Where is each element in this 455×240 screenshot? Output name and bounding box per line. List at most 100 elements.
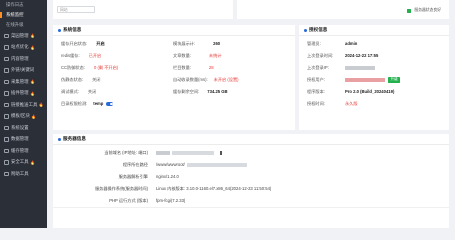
info-row: 目录权限检测: temp <box>61 98 114 110</box>
hot-icon: 🔥 <box>30 44 36 50</box>
server-status: 服务器状态良好 <box>407 8 441 13</box>
sidebar-item-garden[interactable]: 菜园管理 🔥 <box>0 30 47 42</box>
sidebar-item-plugins[interactable]: 插件管理 🔥 <box>0 88 47 100</box>
auth-row: 授权时间: 永久版 <box>307 98 358 110</box>
sidebar-item-data[interactable]: 数据管理 <box>0 134 47 146</box>
upgrade-button[interactable]: 升级 <box>388 76 401 83</box>
sidebar-item-template[interactable]: 模板/区块 🔥 <box>0 111 47 123</box>
sidebar-item-tools[interactable]: 附助工具 <box>0 168 47 180</box>
server-row: 程序所在路径 /www/wwwroot/ <box>53 159 455 171</box>
server-label: 服务器操作系统(服务器时间) <box>94 185 148 191</box>
sidebar-item-label: 站点优化 <box>11 44 29 50</box>
info-row: 缓存剩余空间: 734.25 GB <box>173 86 228 98</box>
info-value: 28 <box>208 65 214 71</box>
info-label: 伪静态状态: <box>61 76 84 82</box>
sidebar-item-links[interactable]: 外链/关键词 <box>0 65 47 77</box>
auth-value: 永久版 <box>345 100 358 106</box>
status-text: 服务器状态良好 <box>414 8 441 12</box>
sidebar-item-label: 模板/区块 <box>11 113 30 119</box>
masked-path <box>186 162 247 167</box>
sidebar-item-label: 在线升级 <box>6 22 24 27</box>
info-value: 未统计 <box>208 52 222 58</box>
sidebar-item-label: 采集管理 <box>11 78 29 84</box>
sidebar-item-content[interactable]: 内容管理 <box>0 53 47 65</box>
card-title: 服务器信息 <box>53 134 449 145</box>
auth-label: 上次登录时间: <box>307 52 334 58</box>
info-label: 缓存剩余空间: <box>173 88 200 94</box>
info-value: 关闭 <box>87 88 97 94</box>
server-value: /www/wwwroot/ <box>156 162 247 167</box>
sidebar-item-label: 数据管理 <box>11 136 29 142</box>
info-value: 开启 <box>96 40 105 46</box>
auth-value: admin <box>345 41 358 47</box>
hot-icon: 🔥 <box>30 79 36 85</box>
auth-label: 程序版本: <box>307 88 325 94</box>
info-label: CC防御状态: <box>61 64 85 70</box>
info-value: 0 (剩 不开启) <box>93 64 119 70</box>
info-row: 自动收录数量(ms): 未开启 (设置) <box>173 74 239 86</box>
auth-label: 授权时间: <box>307 100 325 106</box>
top-search-card: 网站 <box>53 0 233 19</box>
data-icon <box>4 137 9 142</box>
auth-info-card: 授权信息 管理员: admin 上次登录时间: 2024-12-22 17:55 上… <box>299 25 449 130</box>
sidebar-item-online-upgrade[interactable]: 在线升级 <box>0 20 47 30</box>
sidebar-item-site-optimize[interactable]: 站点优化 🔥 <box>0 42 47 54</box>
info-label: 自动收录数量(ms): <box>173 76 208 82</box>
sidebar-item-system-monitor[interactable]: 系统监控 <box>0 10 47 20</box>
search-input[interactable]: 网站 <box>57 6 95 13</box>
info-label: 模块展示计: <box>173 40 196 46</box>
tools-icon <box>4 171 9 176</box>
sidebar-item-label: 安全工具 <box>11 159 29 165</box>
title-dot-icon <box>304 28 307 32</box>
masked-domain <box>172 150 214 155</box>
permission-toggle[interactable] <box>106 101 114 106</box>
server-row: 服务器操作系统(服务器时间) Linux 内核版本: 3.10.0-1160.e… <box>53 183 455 195</box>
system-info-card: 系统信息 缓存开启状态: 开启 模块展示计: 260 redis缓存: 已开启 文章数… <box>53 25 295 130</box>
masked-domain <box>156 150 170 155</box>
hot-icon: 🔥 <box>31 113 37 119</box>
info-row: 伪静态状态: 关闭 <box>61 74 101 86</box>
auth-row: 授权用户: 升级 <box>307 74 401 86</box>
server-row: 当前域名 (IP地址: 端口) <box>53 147 455 159</box>
shield-icon <box>4 160 9 165</box>
auth-row: 管理员: admin <box>307 38 357 50</box>
auth-info-title: 授权信息 <box>309 27 328 32</box>
server-label: 服务器解析引擎 <box>118 173 148 179</box>
server-value: nginx/1.24.0 <box>156 174 179 180</box>
auth-label: 管理员: <box>307 40 321 46</box>
sidebar-item-label: 系统监控 <box>6 12 24 17</box>
info-label: redis缓存: <box>61 52 80 58</box>
divider <box>53 207 449 208</box>
info-value: 未开启 (设置) <box>213 76 239 82</box>
sidebar-item-security[interactable]: 安全工具 🔥 <box>0 157 47 169</box>
sidebar-item-label: 菜园管理 <box>11 32 29 38</box>
info-row: 调试模式: 关闭 <box>61 86 96 98</box>
hot-icon: 🔥 <box>30 90 36 96</box>
server-info-card: 服务器信息 当前域名 (IP地址: 端口) 程序所在路径 /www/wwwroo… <box>53 134 449 228</box>
link-icon <box>4 68 9 73</box>
server-value <box>156 150 222 155</box>
server-row: 服务器解析引擎 nginx/1.24.0 <box>53 171 455 183</box>
info-value: 关闭 <box>92 76 101 82</box>
auth-label: 授权用户: <box>307 76 325 82</box>
sidebar-item-settings[interactable]: 系统设置 <box>0 122 47 134</box>
server-value: fpm-fcgi(7.2.33) <box>156 198 186 204</box>
sidebar-item-label: 外链/关键词 <box>11 67 35 73</box>
sidebar-item-label: 系统设置 <box>11 124 29 130</box>
info-value: 260 <box>213 41 221 47</box>
info-value: 已开启 <box>88 52 102 58</box>
content-icon <box>4 56 9 61</box>
masked-user <box>345 77 385 82</box>
sidebar-item-operation-log[interactable]: 操作日志 <box>0 0 47 10</box>
sidebar-item-cache[interactable]: 缓存管理 <box>0 145 47 157</box>
server-info-title: 服务器信息 <box>63 136 86 141</box>
sidebar-item-push[interactable]: 链接推送工具 🔥 <box>0 99 47 111</box>
card-title: 授权信息 <box>299 25 449 36</box>
hot-icon: 🔥 <box>38 102 44 108</box>
garden-icon <box>4 33 9 38</box>
title-dot-icon <box>58 28 61 32</box>
sidebar-item-label: 附助工具 <box>11 170 29 176</box>
title-dot-icon <box>58 137 61 141</box>
sidebar-item-collect[interactable]: 采集管理 🔥 <box>0 76 47 88</box>
auth-row: 上次登录IP: <box>307 62 375 74</box>
